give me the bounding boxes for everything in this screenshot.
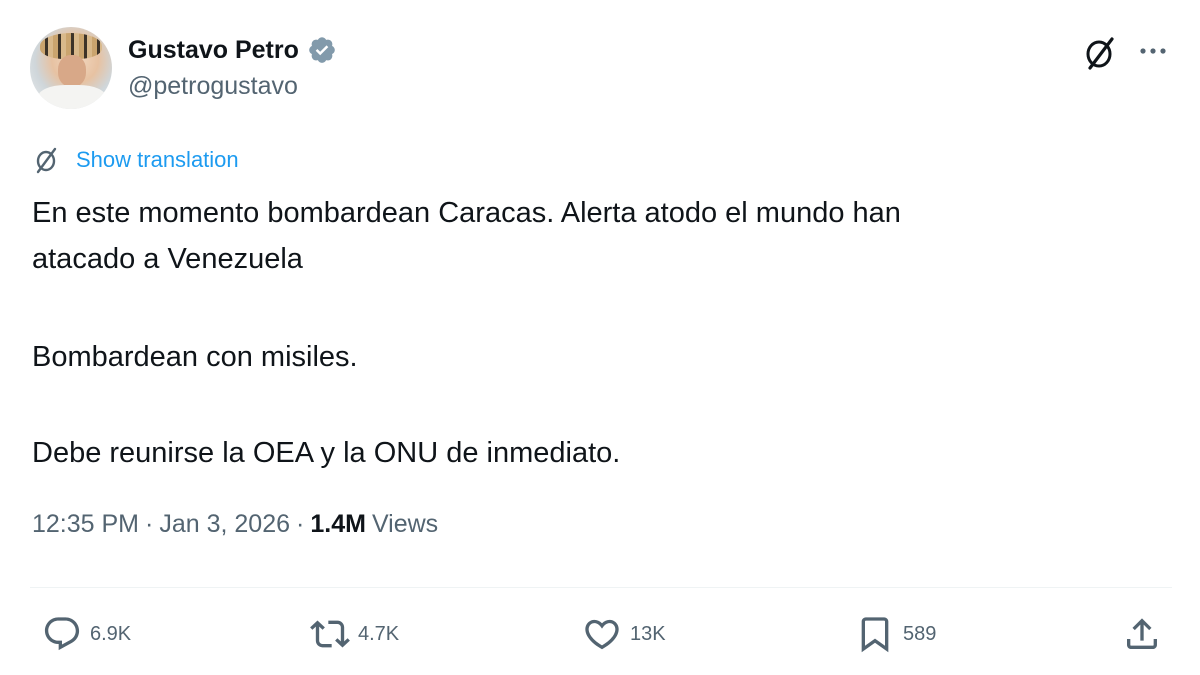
share-icon bbox=[1127, 618, 1157, 649]
reply-count: 6.9K bbox=[90, 622, 132, 645]
tweet-text-line-1: En este momento bombardean Caracas. Aler… bbox=[32, 197, 901, 229]
avatar-face bbox=[58, 55, 86, 87]
show-translation-label[interactable]: Show translation bbox=[76, 147, 239, 173]
tweet-time[interactable]: 12:35 PM bbox=[32, 510, 139, 539]
heart-icon bbox=[585, 619, 619, 650]
repost-icon bbox=[310, 620, 350, 648]
bookmark-count: 589 bbox=[903, 622, 937, 645]
more-icon[interactable] bbox=[1136, 36, 1170, 66]
tweet-meta: 12:35 PM · Jan 3, 2026 · 1.4M Views bbox=[32, 510, 438, 539]
meta-separator: · bbox=[145, 510, 154, 538]
like-count: 13K bbox=[630, 622, 666, 645]
show-translation[interactable]: Show translation bbox=[32, 145, 239, 175]
bookmark-icon bbox=[861, 617, 889, 653]
avatar-shirt bbox=[38, 85, 106, 109]
author-name[interactable]: Gustavo Petro bbox=[128, 36, 299, 65]
avatar[interactable] bbox=[30, 27, 112, 109]
like-button[interactable]: 13K bbox=[582, 612, 666, 656]
reply-icon bbox=[44, 617, 80, 651]
repost-button[interactable]: 4.7K bbox=[310, 612, 399, 656]
views-label: Views bbox=[371, 510, 439, 538]
tweet-date[interactable]: Jan 3, 2026 bbox=[159, 510, 290, 539]
meta-separator: · bbox=[296, 510, 305, 538]
grok-icon[interactable] bbox=[1082, 35, 1118, 71]
reply-button[interactable]: 6.9K bbox=[42, 612, 131, 656]
share-button[interactable] bbox=[1122, 612, 1162, 656]
tweet-text-line-3: Bombardean con misiles. bbox=[32, 341, 358, 373]
tweet-text-line-2: atacado a Venezuela bbox=[32, 243, 303, 275]
verified-badge-icon[interactable] bbox=[307, 35, 337, 65]
divider bbox=[30, 587, 1172, 588]
tweet-text-line-4: Debe reunirse la OEA y la ONU de inmedia… bbox=[32, 437, 621, 469]
bookmark-button[interactable]: 589 bbox=[855, 612, 936, 656]
repost-count: 4.7K bbox=[358, 622, 400, 645]
author-handle[interactable]: @petrogustavo bbox=[128, 72, 298, 101]
author-name-row: Gustavo Petro bbox=[128, 30, 337, 70]
grok-translate-icon bbox=[36, 147, 57, 174]
views-count[interactable]: 1.4M bbox=[310, 510, 366, 539]
